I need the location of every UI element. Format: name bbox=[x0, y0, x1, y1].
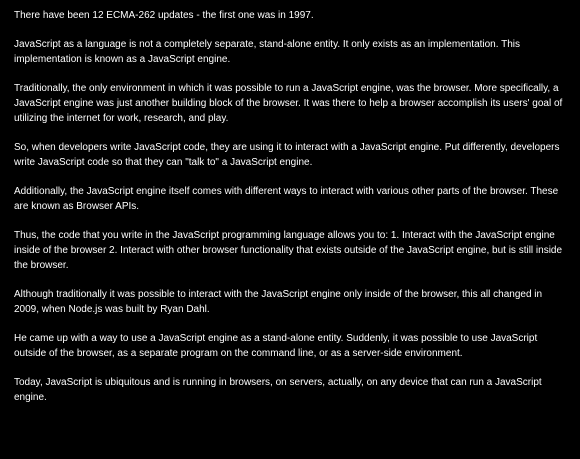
paragraph-developers-engine: So, when developers write JavaScript cod… bbox=[14, 142, 560, 168]
paragraph-ubiquitous-javascript: Today, JavaScript is ubiquitous and is r… bbox=[14, 377, 542, 403]
paragraph-nodejs-history: Although traditionally it was possible t… bbox=[14, 289, 543, 315]
paragraph-standalone-engine: He came up with a way to use a JavaScrip… bbox=[14, 333, 538, 359]
paragraph-browser-environment: Traditionally, the only environment in w… bbox=[14, 83, 563, 124]
paragraph-language-implementation: JavaScript as a language is not a comple… bbox=[14, 39, 521, 65]
article-body: There have been 12 ECMA-262 updates - th… bbox=[0, 0, 580, 459]
paragraph-browser-apis: Additionally, the JavaScript engine itse… bbox=[14, 186, 559, 212]
paragraph-code-interactions: Thus, the code that you write in the Jav… bbox=[14, 230, 563, 271]
paragraph-ecma-updates: There have been 12 ECMA-262 updates - th… bbox=[14, 10, 314, 21]
